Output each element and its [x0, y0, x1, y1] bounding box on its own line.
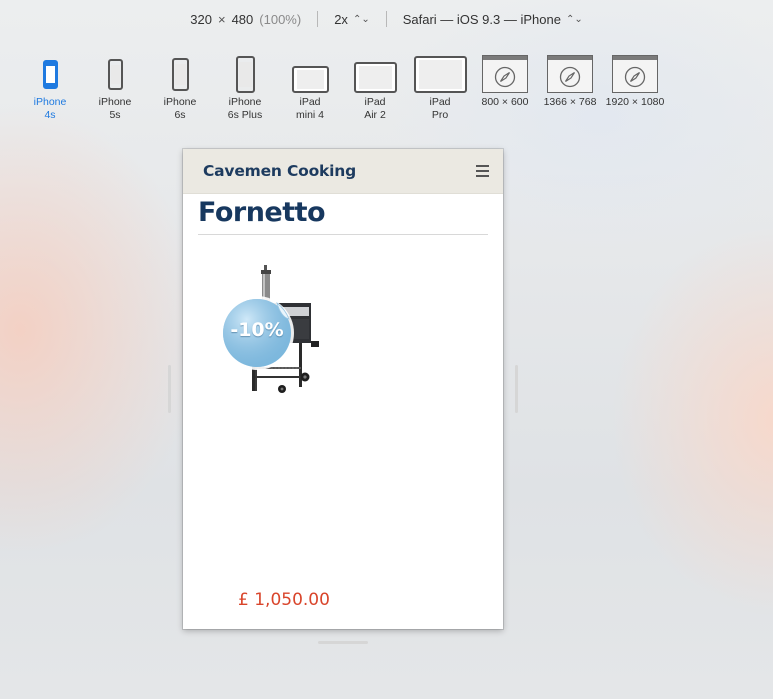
safari-window-icon [547, 55, 593, 93]
resolution-display: 320 × 480 (100%) [190, 12, 301, 27]
device-label: 4s [44, 109, 56, 121]
zoom-level: (100%) [259, 11, 302, 27]
device-iphone-6s[interactable]: iPhone 6s [147, 52, 213, 122]
device-label: iPhone [163, 96, 197, 108]
device-label: 1366 × 768 [543, 96, 597, 108]
device-label: iPhone [98, 96, 132, 108]
updown-chevron-icon: ⌃⌄ [352, 13, 370, 25]
updown-chevron-icon: ⌃⌄ [565, 13, 583, 25]
device-ipad-pro[interactable]: iPad Pro [407, 52, 473, 122]
times-sign: × [217, 11, 226, 27]
compass-icon [494, 66, 516, 88]
device-label: iPhone [33, 96, 67, 108]
compass-icon [624, 66, 646, 88]
device-label: iPhone [228, 96, 262, 108]
device-1920x1080[interactable]: 1920 × 1080 [602, 52, 668, 109]
device-label: Pro [431, 109, 449, 121]
resize-handle-right[interactable] [515, 365, 518, 413]
hamburger-icon[interactable] [476, 165, 489, 177]
toolbar-divider [317, 11, 319, 27]
device-label: iPad [364, 96, 386, 108]
toolbar-divider [385, 11, 387, 27]
device-800x600[interactable]: 800 × 600 [472, 52, 538, 109]
iphone-icon [42, 59, 58, 89]
title-divider [198, 234, 488, 235]
device-label: 6s Plus [227, 109, 263, 121]
pixel-ratio-select[interactable]: 2x ⌃⌄ [334, 12, 370, 27]
iphone-icon [171, 57, 189, 91]
page-title: Fornetto [198, 197, 326, 228]
ipad-icon [413, 55, 467, 93]
user-agent-select[interactable]: Safari — iOS 9.3 — iPhone ⌃⌄ [403, 12, 583, 27]
device-label: 1920 × 1080 [605, 96, 665, 108]
site-header: Cavemen Cooking [183, 149, 503, 194]
device-label: iPad [429, 96, 451, 108]
device-iphone-6s-plus[interactable]: iPhone 6s Plus [212, 52, 278, 122]
user-agent-value: Safari — iOS 9.3 — iPhone [402, 11, 561, 27]
ipad-icon [291, 65, 329, 93]
device-iphone-4s[interactable]: iPhone 4s [17, 52, 83, 122]
resize-handle-bottom[interactable] [318, 641, 368, 644]
pixel-ratio-value: 2x [334, 11, 348, 27]
ipad-icon [353, 61, 397, 93]
device-label: Air 2 [364, 109, 386, 121]
viewport-height: 480 [231, 11, 254, 27]
device-1366x768[interactable]: 1366 × 768 [537, 52, 603, 109]
device-viewport: Cavemen Cooking Fornetto -10% £ 1,050.00 [183, 149, 503, 629]
responsive-toolbar: 320 × 480 (100%) 2x ⌃⌄ Safari — iOS 9.3 … [0, 8, 773, 30]
device-label: 800 × 600 [481, 96, 529, 108]
device-label: mini 4 [295, 109, 324, 121]
device-ipad-mini-4[interactable]: iPad mini 4 [277, 52, 343, 122]
discount-badge-label: -10% [230, 319, 284, 341]
compass-icon [559, 66, 581, 88]
device-label: 5s [109, 109, 121, 121]
safari-window-icon [482, 55, 528, 93]
product-price: £ 1,050.00 [238, 590, 330, 610]
device-ipad-air-2[interactable]: iPad Air 2 [342, 52, 408, 122]
safari-window-icon [612, 55, 658, 93]
device-presets: iPhone 4s iPhone 5s iPhone 6s iPhone 6s … [0, 52, 773, 132]
iphone-icon [107, 58, 123, 90]
site-title[interactable]: Cavemen Cooking [203, 162, 356, 180]
iphone-icon [235, 55, 255, 93]
resize-handle-left[interactable] [168, 365, 171, 413]
viewport-width: 320 [190, 11, 212, 27]
device-label: iPad [299, 96, 321, 108]
device-label: 6s [174, 109, 186, 121]
device-iphone-5s[interactable]: iPhone 5s [82, 52, 148, 122]
